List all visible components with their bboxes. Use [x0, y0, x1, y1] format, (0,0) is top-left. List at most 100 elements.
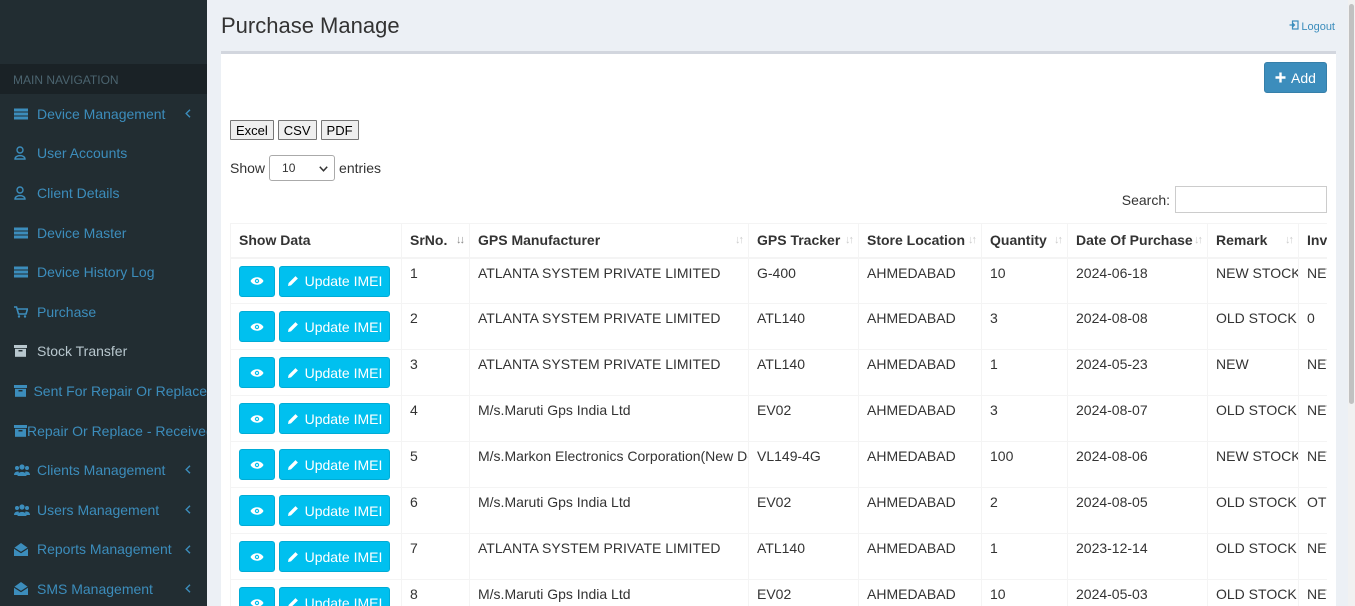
- cell-remark: NEW STOCK: [1207, 257, 1299, 304]
- update-imei-button[interactable]: Update IMEI: [279, 495, 390, 526]
- export-pdf-button[interactable]: PDF: [320, 120, 359, 140]
- column-header-invoice[interactable]: Invoice: [1298, 223, 1327, 259]
- cell-remark: OLD STOCK: [1207, 395, 1299, 442]
- sort-icon: ↓↑: [1194, 234, 1203, 246]
- cell-date-of-purchase: 2024-08-05: [1067, 487, 1208, 534]
- update-imei-button[interactable]: Update IMEI: [279, 449, 390, 480]
- content-wrapper: Purchase Manage Logout Add Excel CSV PDF…: [207, 0, 1355, 606]
- table-search: Search:: [1122, 186, 1327, 213]
- export-csv-button[interactable]: CSV: [277, 120, 317, 140]
- update-imei-button[interactable]: Update IMEI: [279, 587, 390, 606]
- view-button[interactable]: [239, 357, 275, 388]
- view-button[interactable]: [239, 449, 275, 480]
- update-imei-button[interactable]: Update IMEI: [279, 541, 390, 572]
- cell-store-location: AHMEDABAD: [858, 303, 982, 350]
- sidebar-item-user-accounts[interactable]: User Accounts: [0, 134, 207, 174]
- search-input[interactable]: [1175, 186, 1327, 213]
- entries-select[interactable]: 10: [269, 155, 336, 181]
- entries-length: Show 10 entries: [230, 155, 381, 181]
- sidebar-item-label: Reports Management: [37, 541, 172, 558]
- cell-srno: 2: [401, 303, 470, 350]
- chevron-left-icon: [185, 503, 191, 517]
- sidebar-item-device-history-log[interactable]: Device History Log: [0, 252, 207, 292]
- box-icon: [14, 384, 33, 397]
- column-header-date-of-purchase[interactable]: Date Of Purchase ↓↑: [1067, 223, 1208, 259]
- column-header-gps-tracker[interactable]: GPS Tracker ↓↑: [748, 223, 859, 259]
- cell-date-of-purchase: 2024-05-03: [1067, 579, 1208, 606]
- sidebar-item-sent-for-repair-or-replace[interactable]: Sent For Repair Or Replace: [0, 371, 207, 411]
- sidebar-item-label: Repair Or Replace - Received: [27, 422, 207, 439]
- view-button[interactable]: [239, 311, 275, 342]
- entries-select-value: 10: [282, 161, 296, 175]
- view-button[interactable]: [239, 541, 275, 572]
- column-header-srno[interactable]: SrNo. ↓↓: [401, 223, 470, 259]
- sidebar-item-users-management[interactable]: Users Management: [0, 490, 207, 530]
- update-imei-button[interactable]: Update IMEI: [279, 311, 390, 342]
- server-icon: [14, 227, 37, 239]
- cart-icon: [14, 305, 37, 318]
- cell-store-location: AHMEDABAD: [858, 257, 982, 304]
- update-imei-label: Update IMEI: [304, 364, 383, 381]
- cell-quantity: 10: [981, 579, 1068, 606]
- column-header-remark[interactable]: Remark ↓↑: [1207, 223, 1299, 259]
- sign-out-icon: [1289, 20, 1299, 33]
- box-icon: [14, 424, 27, 437]
- logout-link[interactable]: Logout: [1289, 20, 1335, 33]
- server-icon: [14, 266, 37, 278]
- add-button[interactable]: Add: [1264, 62, 1327, 93]
- pencil-icon: [287, 551, 299, 563]
- cell-srno: 8: [401, 579, 470, 606]
- table-row: Update IMEI 8 M/s.Maruti Gps India Ltd EV02…: [230, 579, 1327, 606]
- cell-invoice: NEW: [1298, 441, 1327, 488]
- cell-gps-tracker: VL149-4G: [748, 441, 859, 488]
- search-label: Search:: [1121, 191, 1170, 208]
- cell-srno: 3: [401, 349, 470, 396]
- pencil-icon: [287, 459, 299, 471]
- table-wrapper: Show Data SrNo. ↓↓ GPS Manufacturer ↓↑ GPS…: [230, 223, 1327, 606]
- update-imei-button[interactable]: Update IMEI: [279, 265, 390, 297]
- cell-actions: Update IMEI: [230, 579, 402, 606]
- table-row: Update IMEI 4 M/s.Maruti Gps India Ltd EV02…: [230, 395, 1327, 442]
- view-button[interactable]: [239, 587, 275, 606]
- cell-invoice: NEW: [1298, 579, 1327, 606]
- cell-gps-manufacturer: ATLANTA SYSTEM PRIVATE LIMITED: [469, 349, 749, 396]
- update-imei-button[interactable]: Update IMEI: [279, 357, 390, 388]
- sidebar-item-repair-or-replace-received[interactable]: Repair Or Replace - Received: [0, 411, 207, 451]
- cell-quantity: 1: [981, 533, 1068, 580]
- view-button[interactable]: [239, 403, 275, 434]
- view-button[interactable]: [239, 495, 275, 526]
- sidebar: MAIN NAVIGATION Device Management User Ac…: [0, 0, 207, 606]
- update-imei-label: Update IMEI: [304, 273, 383, 289]
- view-button[interactable]: [239, 265, 275, 297]
- cell-gps-manufacturer: M/s.Maruti Gps India Ltd: [469, 395, 749, 442]
- export-excel-button[interactable]: Excel: [230, 120, 274, 140]
- column-header-gps-manufacturer[interactable]: GPS Manufacturer ↓↑: [469, 223, 749, 259]
- sidebar-item-purchase[interactable]: Purchase: [0, 292, 207, 332]
- sidebar-item-sms-management[interactable]: SMS Management: [0, 569, 207, 606]
- column-header-store-location[interactable]: Store Location ↓↑: [858, 223, 982, 259]
- sidebar-item-label: Purchase: [37, 303, 97, 320]
- sidebar-item-clients-management[interactable]: Clients Management: [0, 450, 207, 490]
- update-imei-label: Update IMEI: [304, 594, 383, 606]
- cell-invoice: 0: [1298, 303, 1327, 350]
- page-scrollbar[interactable]: [1348, 0, 1355, 606]
- box-icon: [14, 345, 37, 358]
- eye-icon: [250, 552, 264, 562]
- cell-gps-tracker: ATL140: [748, 533, 859, 580]
- sidebar-item-stock-transfer[interactable]: Stock Transfer: [0, 332, 207, 372]
- eye-icon: [250, 414, 264, 424]
- sidebar-item-device-management[interactable]: Device Management: [0, 94, 207, 134]
- column-header-quantity[interactable]: Quantity ↓↑: [981, 223, 1068, 259]
- export-buttons: Excel CSV PDF: [230, 120, 359, 140]
- sidebar-item-device-master[interactable]: Device Master: [0, 213, 207, 253]
- scrollbar-thumb[interactable]: [1349, 4, 1354, 404]
- sidebar-brand: [0, 0, 207, 64]
- cell-quantity: 2: [981, 487, 1068, 534]
- sidebar-item-client-details[interactable]: Client Details: [0, 173, 207, 213]
- update-imei-button[interactable]: Update IMEI: [279, 403, 390, 434]
- envelope-open-icon: [14, 542, 37, 556]
- cell-quantity: 10: [981, 257, 1068, 304]
- sidebar-item-reports-management[interactable]: Reports Management: [0, 530, 207, 570]
- sort-icon: ↓↑: [1285, 234, 1294, 246]
- cell-invoice: NEW: [1298, 395, 1327, 442]
